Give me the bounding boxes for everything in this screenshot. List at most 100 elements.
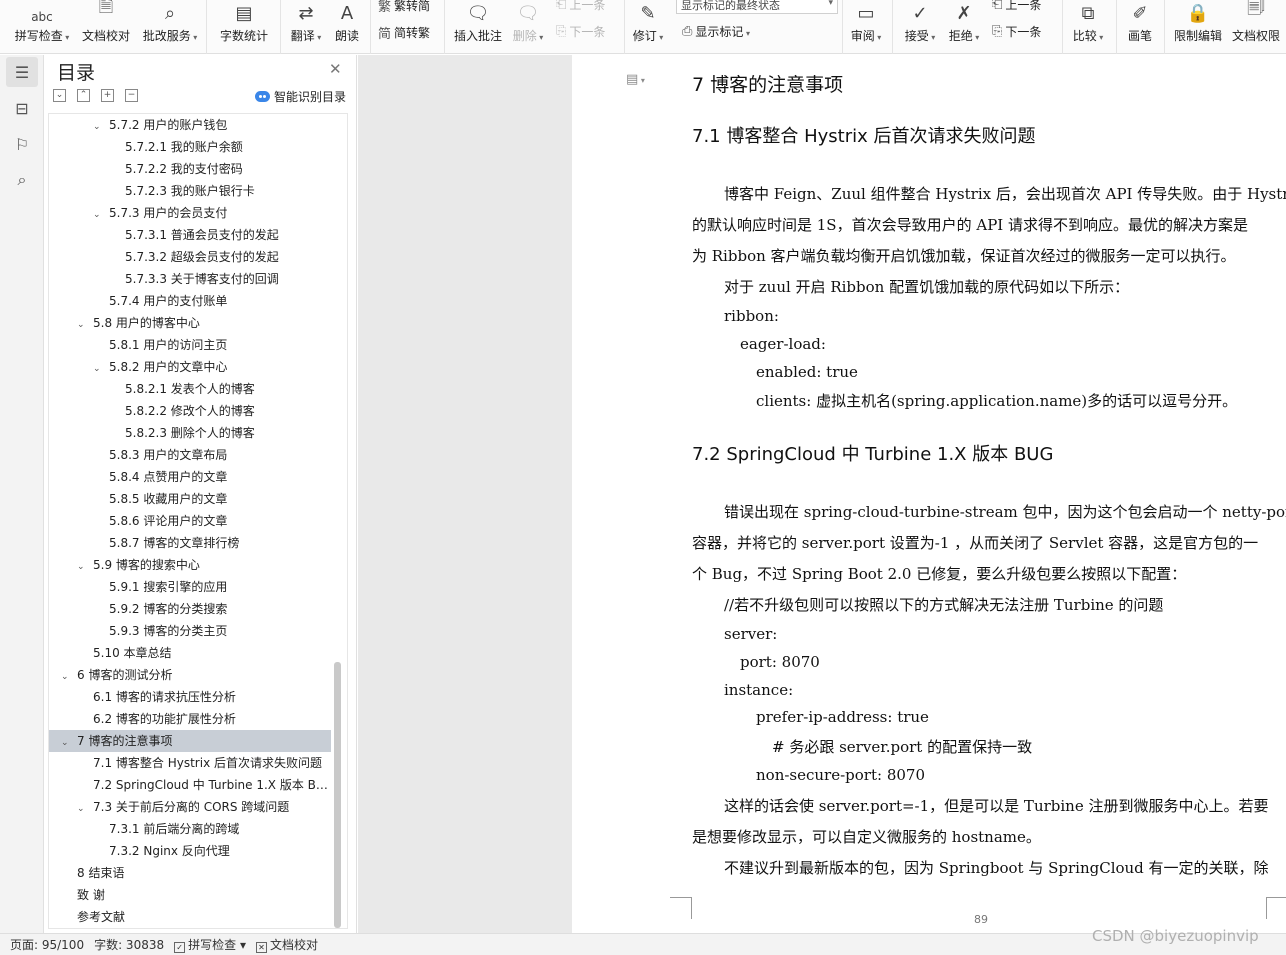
status-doc-proof[interactable]: ✕ 文档校对 [255, 936, 318, 953]
toc-item[interactable]: 5.8.3 用户的文章布局 [49, 444, 331, 466]
ink-button[interactable]: ✐ 画笔 [1122, 0, 1158, 54]
toc-item[interactable]: 5.8.2.2 修改个人的博客 [49, 400, 331, 422]
toc-item[interactable]: 5.7.3.3 关于博客支付的回调 [49, 268, 331, 290]
close-icon[interactable]: ✕ [329, 60, 342, 78]
page-indicator[interactable]: 页面: 95/100 [10, 936, 84, 953]
spell-check-button[interactable]: abc 拼写检查 [12, 0, 72, 54]
next-comment-button[interactable]: ⎘ 下一条 [556, 23, 605, 40]
word-count-indicator[interactable]: 字数: 30838 [94, 936, 164, 953]
toc-item-label: 5.8.6 评论用户的文章 [109, 514, 228, 528]
next-change-button[interactable]: ⎘ 下一条 [992, 23, 1041, 40]
toc-item[interactable]: 5.7.2.2 我的支付密码 [49, 158, 331, 180]
expand-toggle-icon[interactable]: ⌄ [61, 732, 71, 752]
translate-button[interactable]: ⇄ 翻译 [286, 0, 326, 54]
toc-item[interactable]: 5.9.3 博客的分类主页 [49, 620, 331, 642]
toc-panel: 目录 ✕ ⌄ ⌃ + − 智能识别目录 参考文献 致 谢 8 结束语 7.3.2 Ng… [45, 55, 357, 933]
add-heading-icon[interactable]: + [101, 89, 114, 102]
toc-item[interactable]: 5.8.7 博客的文章排行榜 [49, 532, 331, 554]
toc-item[interactable]: 5.8.1 用户的访问主页 [49, 334, 331, 356]
navigation-icon[interactable]: ⊟ [6, 93, 38, 123]
toc-item[interactable]: 7.2 SpringCloud 中 Turbine 1.X 版本 BUG [49, 774, 331, 796]
expand-toggle-icon[interactable]: ⌄ [77, 314, 87, 334]
toc-item-label: 5.7.3 用户的会员支付 [109, 206, 228, 220]
paragraph-line: 对于 zuul 开启 Ribbon 配置饥饿加载的原代码如以下所示： [724, 278, 1130, 296]
toc-item[interactable]: ⌄ 5.7.3 用户的会员支付 [49, 202, 331, 224]
annotate-service-button[interactable]: ⌕ 批改服务 [140, 0, 200, 54]
to-simplified-button[interactable]: 简简转繁 [378, 23, 430, 42]
toc-item-label: 5.10 本章总结 [93, 646, 172, 660]
toc-item[interactable]: ⌄ 5.9 博客的搜索中心 [49, 554, 331, 576]
doc-permission-button[interactable]: 🗐 文档权限 [1230, 0, 1282, 54]
toc-item[interactable]: 5.9.2 博客的分类搜索 [49, 598, 331, 620]
toc-item[interactable]: ⌄ 5.8 用户的博客中心 [49, 312, 331, 334]
toc-item[interactable]: 5.8.5 收藏用户的文章 [49, 488, 331, 510]
prev-comment-button[interactable]: ⎗ 上一条 [556, 0, 605, 13]
toc-item[interactable]: ⌄ 5.8.2 用户的文章中心 [49, 356, 331, 378]
toc-item[interactable]: ⌄ 7.3 关于前后分离的 CORS 跨域问题 [49, 796, 331, 818]
toc-item[interactable]: ⌄ 6 博客的测试分析 [49, 664, 331, 686]
expand-toggle-icon[interactable]: ⌄ [77, 556, 87, 576]
accept-button[interactable]: ✓ 接受 [900, 0, 940, 54]
to-traditional-button[interactable]: 繁繁转简 [378, 0, 430, 15]
restrict-edit-button[interactable]: 🔒 限制编辑 [1170, 0, 1226, 54]
toc-item[interactable]: 参考文献 [49, 906, 331, 928]
toc-item[interactable]: ⌄ 7 博客的注意事项 [49, 730, 331, 752]
reject-icon: ✗ [956, 3, 972, 24]
paragraph-options-icon[interactable]: ▤ [626, 72, 645, 87]
toc-item[interactable]: 5.8.4 点赞用户的文章 [49, 466, 331, 488]
toc-item[interactable]: 6.2 博客的功能扩展性分析 [49, 708, 331, 730]
toc-item[interactable]: 5.7.3.2 超级会员支付的发起 [49, 246, 331, 268]
code-line: enabled: true [756, 363, 858, 381]
markup-state-select[interactable]: 显示标记的最终状态 [676, 0, 838, 14]
toc-item[interactable]: 致 谢 [49, 884, 331, 906]
toc-item[interactable]: 5.7.2.1 我的账户余额 [49, 136, 331, 158]
prev-change-button[interactable]: ⎗ 上一条 [992, 0, 1041, 13]
toc-item-label: 5.9 博客的搜索中心 [93, 558, 200, 572]
insert-comment-button[interactable]: 🗨 插入批注 [452, 0, 504, 54]
read-aloud-button[interactable]: A 朗读 [330, 0, 364, 54]
code-line: ribbon: [724, 307, 779, 325]
toc-item-label: 参考文献 [77, 910, 126, 924]
toc-item[interactable]: 5.7.4 用户的支付账单 [49, 290, 331, 312]
toc-item[interactable]: 8 结束语 [49, 862, 331, 884]
toc-item[interactable]: 7.3.2 Nginx 反向代理 [49, 840, 331, 862]
toc-item[interactable]: 7.1 博客整合 Hystrix 后首次请求失败问题 [49, 752, 331, 774]
comment-icon: 🗨 [466, 3, 490, 24]
toc-item[interactable]: 5.8.6 评论用户的文章 [49, 510, 331, 532]
code-line: port: 8070 [740, 653, 820, 671]
toc-item[interactable]: 5.7.3.1 普通会员支付的发起 [49, 224, 331, 246]
paragraph-line: 是想要修改显示，可以自定义微服务的 hostname。 [692, 828, 1041, 846]
expand-toggle-icon[interactable]: ⌄ [93, 116, 103, 136]
review-button[interactable]: ▭ 审阅 [848, 0, 884, 54]
collapse-all-icon[interactable]: ⌄ [53, 89, 66, 102]
delete-comment-button[interactable]: 🗨 删除 [510, 0, 546, 54]
bookmark-icon[interactable]: ⚐ [6, 129, 38, 159]
toc-scrollbar[interactable] [334, 662, 341, 928]
pen-icon: ✐ [1132, 3, 1148, 24]
toc-item[interactable]: ⌄ 5.7.2 用户的账户钱包 [49, 114, 331, 136]
word-count-button[interactable]: ▤ 字数统计 [216, 0, 272, 54]
toc-item[interactable]: 7.3.1 前后端分离的跨域 [49, 818, 331, 840]
expand-toggle-icon[interactable]: ⌄ [61, 666, 71, 686]
toc-item[interactable]: 5.8.2.1 发表个人的博客 [49, 378, 331, 400]
compare-button[interactable]: ⧉ 比较 [1068, 0, 1108, 54]
remove-heading-icon[interactable]: − [125, 89, 138, 102]
expand-toggle-icon[interactable]: ⌄ [93, 358, 103, 378]
paragraph-line: 错误出现在 spring-cloud-turbine-stream 包中，因为这… [724, 503, 1286, 521]
toc-panel-icon[interactable]: ☰ [6, 57, 38, 87]
smart-toc-button[interactable]: 智能识别目录 [255, 88, 346, 105]
toc-item[interactable]: 5.7.2.3 我的账户银行卡 [49, 180, 331, 202]
expand-toggle-icon[interactable]: ⌄ [93, 204, 103, 224]
doc-proof-button[interactable]: 🗎 文档校对 [80, 0, 132, 54]
reject-button[interactable]: ✗ 拒绝 [944, 0, 984, 54]
revise-button[interactable]: ✎ 修订 [630, 0, 666, 54]
expand-toggle-icon[interactable]: ⌄ [77, 798, 87, 818]
toc-item[interactable]: 5.9.1 搜索引擎的应用 [49, 576, 331, 598]
toc-item[interactable]: 6.1 博客的请求抗压性分析 [49, 686, 331, 708]
toc-item[interactable]: 5.8.2.3 删除个人的博客 [49, 422, 331, 444]
show-markup-button[interactable]: ⎙ 显示标记 [682, 23, 750, 40]
expand-all-icon[interactable]: ⌃ [77, 89, 90, 102]
toc-item[interactable]: 5.10 本章总结 [49, 642, 331, 664]
status-spell-check[interactable]: ✓ 拼写检查 ▾ [174, 936, 246, 953]
search-icon[interactable]: ⌕ [6, 165, 38, 195]
